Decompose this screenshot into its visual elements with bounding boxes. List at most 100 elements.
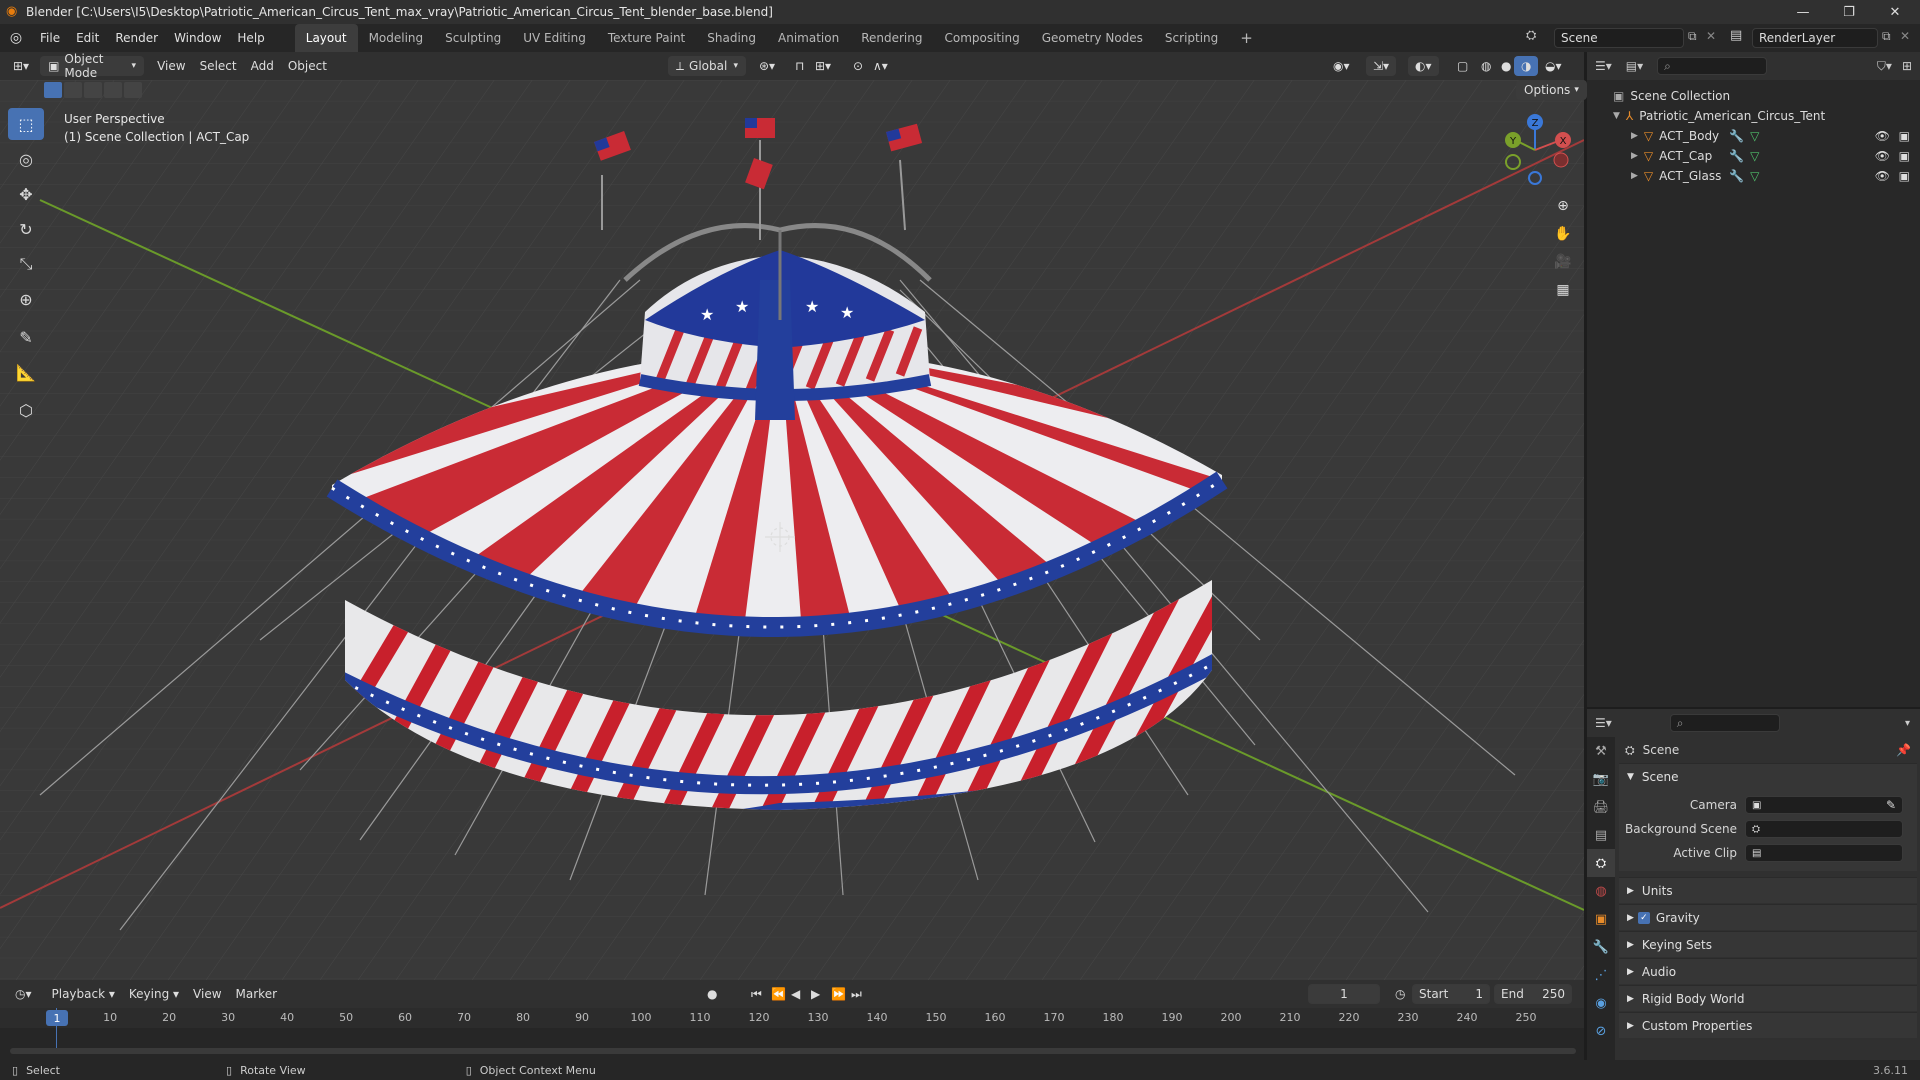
zoom-icon[interactable]: ⊕ [1549, 192, 1577, 220]
add-cube-tool-icon[interactable]: ⬡ [8, 394, 44, 426]
annotate-tool-icon[interactable]: ✎ [8, 321, 44, 353]
tab-scripting[interactable]: Scripting [1154, 24, 1229, 52]
gravity-checkbox[interactable]: ✓ [1637, 911, 1650, 924]
tab-modeling[interactable]: Modeling [358, 24, 435, 52]
auto-keying-icon[interactable]: ● [700, 984, 724, 1004]
cursor-tool-icon[interactable]: ◎ [8, 143, 44, 175]
mesh-data-icon[interactable]: ▽ [1750, 129, 1759, 143]
editor-type-icon[interactable]: ☰▾ [1595, 716, 1612, 730]
scale-tool-icon[interactable]: ⤡ [8, 248, 44, 280]
tab-layout[interactable]: Layout [294, 24, 358, 52]
visibility-icon[interactable]: ◉▾ [1326, 56, 1357, 76]
mesh-data-icon[interactable]: ▽ [1750, 149, 1759, 163]
panel-keying-sets[interactable]: ▶ Keying Sets [1619, 931, 1917, 957]
filter-icon[interactable]: ⛉▾ [1877, 59, 1892, 74]
eye-icon[interactable]: 👁 [1875, 169, 1890, 183]
ortho-toggle-icon[interactable]: ▦ [1549, 276, 1577, 304]
outliner-row-act-cap[interactable]: ▶ ▽ ACT_Cap 🔧 ▽ 👁 ▣ [1587, 146, 1920, 166]
menu-view[interactable]: View [186, 984, 228, 1004]
menu-select[interactable]: Select [193, 56, 244, 76]
tab-compositing[interactable]: Compositing [933, 24, 1030, 52]
panel-units[interactable]: ▶ Units [1619, 877, 1917, 903]
outliner-row-collection[interactable]: ▼ ⅄ Patriotic_American_Circus_Tent [1587, 106, 1920, 126]
transform-tool-icon[interactable]: ⊕ [8, 283, 44, 315]
select-subtract-icon[interactable] [84, 82, 102, 98]
active-clip-field[interactable]: ▤ [1745, 844, 1903, 862]
minimize-button[interactable]: — [1780, 0, 1826, 24]
outliner-row-act-body[interactable]: ▶ ▽ ACT_Body 🔧 ▽ 👁 ▣ [1587, 126, 1920, 146]
modifier-wrench-icon[interactable]: 🔧 [1729, 149, 1744, 163]
falloff-icon[interactable]: ∧▾ [866, 56, 895, 76]
panel-rigid-body-world[interactable]: ▶ Rigid Body World [1619, 985, 1917, 1011]
menu-help[interactable]: Help [229, 24, 272, 52]
tool-tab-icon[interactable]: ⚒ [1587, 737, 1615, 765]
editor-type-icon[interactable]: ⊞▾ [6, 56, 36, 76]
menu-window[interactable]: Window [166, 24, 229, 52]
menu-view[interactable]: View [150, 56, 192, 76]
overlays-toggle-icon[interactable]: ◐▾ [1408, 56, 1439, 76]
select-box-tool-icon[interactable]: ⬚ [8, 108, 44, 140]
render-camera-icon[interactable]: ▣ [1899, 149, 1910, 163]
camera-field[interactable]: ▣ ✎ [1745, 796, 1903, 814]
object-tab-icon[interactable]: ▣ [1587, 905, 1615, 933]
expand-arrow-icon[interactable]: ▶ [1631, 171, 1638, 181]
menu-file[interactable]: File [32, 24, 68, 52]
view-layer-selector[interactable]: RenderLayer [1752, 28, 1878, 48]
close-button[interactable]: ✕ [1872, 0, 1918, 24]
pin-icon[interactable]: 📌 [1896, 743, 1911, 757]
modifier-wrench-icon[interactable]: 🔧 [1729, 169, 1744, 183]
tab-texture-paint[interactable]: Texture Paint [597, 24, 696, 52]
tab-shading[interactable]: Shading [696, 24, 767, 52]
timeline-scrollbar[interactable] [10, 1048, 1576, 1054]
eye-icon[interactable]: 👁 [1875, 129, 1890, 143]
frame-ruler[interactable]: 10 20 30 40 50 60 70 80 90 100 110 120 130 140 150 160 1… [0, 1008, 1584, 1028]
tab-sculpting[interactable]: Sculpting [434, 24, 512, 52]
outliner-search-input[interactable]: ⌕ [1657, 57, 1768, 75]
eye-icon[interactable]: 👁 [1875, 149, 1890, 163]
editor-type-icon[interactable]: ▤▾ [1626, 59, 1643, 73]
options-dropdown[interactable]: Options ▾ [1516, 80, 1587, 100]
xray-icon[interactable]: ▢ [1450, 56, 1475, 76]
render-camera-icon[interactable]: ▣ [1899, 129, 1910, 143]
chevron-down-icon[interactable]: ▾ [1905, 718, 1910, 729]
measure-tool-icon[interactable]: 📐 [8, 356, 44, 388]
expand-arrow-icon[interactable]: ▶ [1631, 151, 1638, 161]
material-shading-icon[interactable]: ◑ [1514, 56, 1539, 76]
physics-tab-icon[interactable]: ◉ [1587, 989, 1615, 1017]
select-invert-icon[interactable] [104, 82, 122, 98]
expand-arrow-icon[interactable]: ▼ [1613, 111, 1620, 121]
snap-target-icon[interactable]: ⊞▾ [808, 56, 838, 76]
view-layer-tab-icon[interactable]: ▤ [1587, 821, 1615, 849]
panel-custom-properties[interactable]: ▶ Custom Properties [1619, 1012, 1917, 1038]
select-intersect-icon[interactable] [124, 82, 142, 98]
pan-hand-icon[interactable]: ✋ [1549, 220, 1577, 248]
render-tab-icon[interactable]: 📷 [1587, 765, 1615, 793]
view-layer-icon[interactable]: ▤ [1730, 28, 1742, 43]
modifier-wrench-icon[interactable]: 🔧 [1729, 129, 1744, 143]
background-scene-field[interactable]: ⛭ [1745, 820, 1903, 838]
camera-view-icon[interactable]: 🎥 [1549, 248, 1577, 276]
mode-dropdown[interactable]: ▣ Object Mode ▾ [40, 52, 145, 80]
constraints-tab-icon[interactable]: ⊘ [1587, 1017, 1615, 1045]
current-frame-field[interactable]: 1 [1308, 984, 1380, 1004]
menu-object[interactable]: Object [281, 56, 334, 76]
mesh-data-icon[interactable]: ▽ [1750, 169, 1759, 183]
scene-icon[interactable]: ⛭ [1526, 28, 1536, 43]
menu-edit[interactable]: Edit [68, 24, 107, 52]
outliner-row-act-glass[interactable]: ▶ ▽ ACT_Glass 🔧 ▽ 👁 ▣ [1587, 166, 1920, 186]
pivot-point-icon[interactable]: ⊛▾ [752, 56, 782, 76]
eyedropper-icon[interactable]: ✎ [1886, 798, 1896, 812]
3d-viewport[interactable]: ★★★ ★★ [0, 80, 1584, 980]
playhead[interactable]: 1 [46, 1010, 68, 1026]
end-frame-field[interactable]: End 250 [1494, 984, 1572, 1004]
tab-rendering[interactable]: Rendering [850, 24, 933, 52]
move-tool-icon[interactable]: ✥ [8, 178, 44, 210]
maximize-button[interactable]: ❐ [1826, 0, 1872, 24]
preview-range-icon[interactable]: ◷ [1388, 984, 1412, 1004]
blender-menu-icon[interactable]: ◎ [0, 30, 32, 46]
rendered-shading-icon[interactable]: ◒▾ [1538, 56, 1569, 76]
delete-scene-icon[interactable]: ✕ [1706, 29, 1716, 43]
expand-arrow-icon[interactable]: ▶ [1631, 131, 1638, 141]
scene-tab-icon[interactable]: ⛭ [1587, 849, 1615, 877]
particles-tab-icon[interactable]: ⋰ [1587, 961, 1615, 989]
